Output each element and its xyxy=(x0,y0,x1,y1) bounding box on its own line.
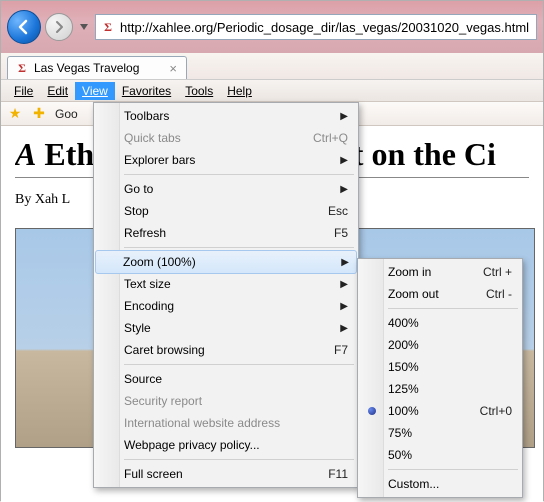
favorites-star-icon[interactable]: ★ xyxy=(7,106,23,122)
menu-item-zoomout[interactable]: Zoom outCtrl - xyxy=(360,283,520,305)
menu-item-goto[interactable]: Go to▶ xyxy=(96,178,356,200)
site-icon: Σ xyxy=(100,19,116,35)
menu-item-explorerbars[interactable]: Explorer bars▶ xyxy=(96,149,356,171)
menu-item-zoom-75[interactable]: 75% xyxy=(360,422,520,444)
menu-item-zoom-125[interactable]: 125% xyxy=(360,378,520,400)
menu-item-refresh[interactable]: RefreshF5 xyxy=(96,222,356,244)
menu-separator xyxy=(124,174,354,175)
menu-item-zoom[interactable]: Zoom (100%)▶ xyxy=(95,250,357,274)
menu-bar: File Edit View Favorites Tools Help xyxy=(1,80,543,102)
menu-item-style[interactable]: Style▶ xyxy=(96,317,356,339)
menu-separator xyxy=(388,308,518,309)
nav-history-dropdown[interactable] xyxy=(77,13,91,41)
menu-item-quicktabs: Quick tabsCtrl+Q xyxy=(96,127,356,149)
menu-tools[interactable]: Tools xyxy=(178,82,220,100)
forward-button[interactable] xyxy=(45,13,73,41)
menu-item-zoom-400[interactable]: 400% xyxy=(360,312,520,334)
menu-item-zoom-50[interactable]: 50% xyxy=(360,444,520,466)
menu-item-stop[interactable]: StopEsc xyxy=(96,200,356,222)
menu-item-zoom-custom[interactable]: Custom... xyxy=(360,473,520,495)
menu-item-zoom-100[interactable]: 100%Ctrl+0 xyxy=(360,400,520,422)
menu-favorites[interactable]: Favorites xyxy=(115,82,178,100)
zoom-submenu: Zoom inCtrl + Zoom outCtrl - 400% 200% 1… xyxy=(357,258,523,498)
menu-help[interactable]: Help xyxy=(220,82,259,100)
view-menu-dropdown: Toolbars▶ Quick tabsCtrl+Q Explorer bars… xyxy=(93,102,359,488)
menu-item-zoom-200[interactable]: 200% xyxy=(360,334,520,356)
menu-item-zoom-150[interactable]: 150% xyxy=(360,356,520,378)
menu-separator xyxy=(124,364,354,365)
menu-item-fullscreen[interactable]: Full screenF11 xyxy=(96,463,356,485)
menu-item-encoding[interactable]: Encoding▶ xyxy=(96,295,356,317)
menu-item-toolbars[interactable]: Toolbars▶ xyxy=(96,105,356,127)
menu-item-source[interactable]: Source xyxy=(96,368,356,390)
menu-file[interactable]: File xyxy=(7,82,40,100)
tab-strip: Σ Las Vegas Travelog × xyxy=(1,53,543,80)
menu-edit[interactable]: Edit xyxy=(40,82,75,100)
menu-item-zoomin[interactable]: Zoom inCtrl + xyxy=(360,261,520,283)
window-titlebar-area: Σ http://xahlee.org/Periodic_dosage_dir/… xyxy=(1,1,543,53)
radio-selected-icon xyxy=(368,407,376,415)
browser-tab[interactable]: Σ Las Vegas Travelog × xyxy=(7,56,187,79)
tab-close-button[interactable]: × xyxy=(166,61,180,76)
menu-item-security: Security report xyxy=(96,390,356,412)
menu-separator xyxy=(124,247,354,248)
menu-item-caret[interactable]: Caret browsingF7 xyxy=(96,339,356,361)
back-button[interactable] xyxy=(7,10,41,44)
menu-item-privacy[interactable]: Webpage privacy policy... xyxy=(96,434,356,456)
menu-item-intl: International website address xyxy=(96,412,356,434)
menu-view[interactable]: View xyxy=(75,82,115,100)
address-bar[interactable]: Σ http://xahlee.org/Periodic_dosage_dir/… xyxy=(95,14,537,40)
heading-initial: A xyxy=(15,136,36,172)
tab-title: Las Vegas Travelog xyxy=(34,61,139,75)
favorites-item[interactable]: Goo xyxy=(55,107,78,121)
tab-icon: Σ xyxy=(14,60,30,76)
menu-separator xyxy=(388,469,518,470)
nav-row: Σ http://xahlee.org/Periodic_dosage_dir/… xyxy=(7,7,537,47)
add-favorite-icon[interactable]: ✚ xyxy=(31,106,47,122)
menu-item-textsize[interactable]: Text size▶ xyxy=(96,273,356,295)
url-text: http://xahlee.org/Periodic_dosage_dir/la… xyxy=(120,20,529,35)
menu-separator xyxy=(124,459,354,460)
